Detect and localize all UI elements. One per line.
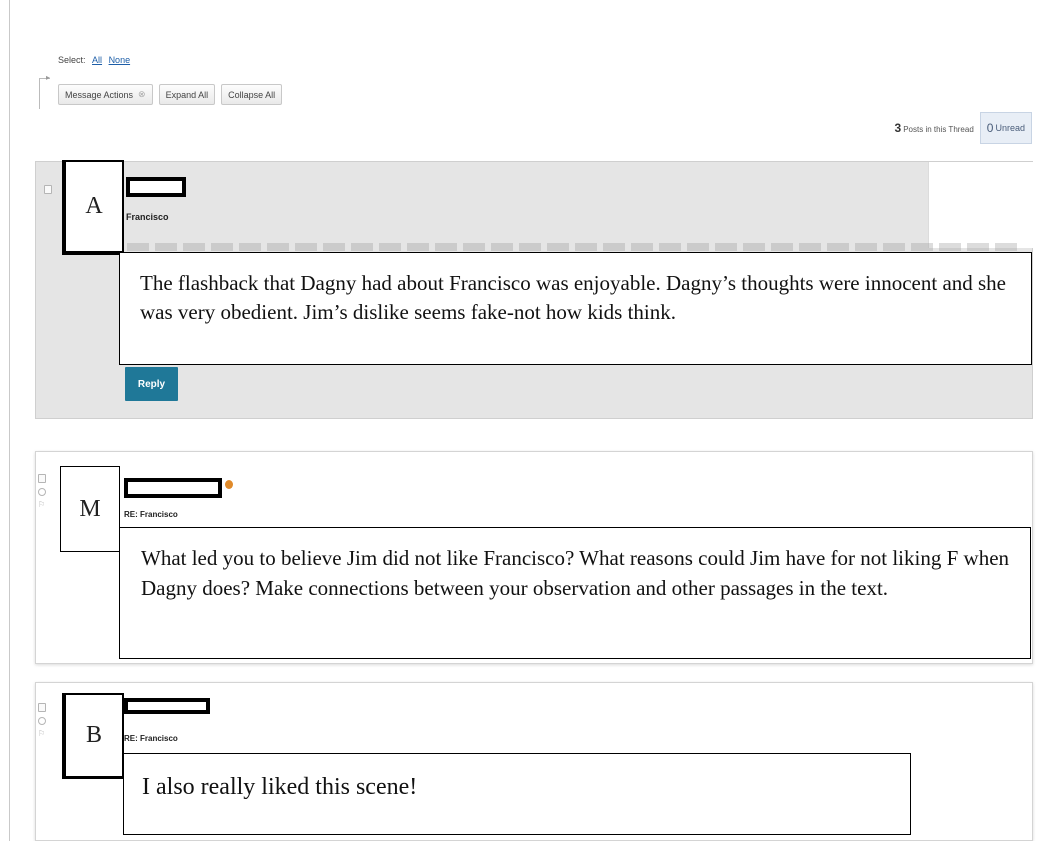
flag-icon[interactable]: ⚐ — [38, 500, 45, 509]
unread-label: Unread — [995, 123, 1025, 133]
select-all-link[interactable]: All — [92, 55, 102, 65]
expand-all-button[interactable]: Expand All — [158, 84, 216, 105]
redacted-author-name — [126, 177, 186, 197]
select-row: Select: All None — [58, 55, 130, 65]
annotation-marker: A — [62, 160, 124, 255]
post-side-panel — [928, 162, 1034, 248]
posts-label: Posts in this Thread — [903, 125, 974, 134]
obscured-post-text — [127, 243, 1022, 251]
read-status-icon[interactable] — [38, 488, 46, 496]
select-none-link[interactable]: None — [109, 55, 131, 65]
select-post-checkbox[interactable] — [38, 703, 46, 712]
message-actions-label: Message Actions — [65, 89, 134, 100]
close-icon: ⊗ — [138, 89, 146, 99]
redacted-author-name — [124, 478, 222, 498]
tree-connector — [39, 78, 50, 109]
posts-count-text: 3 Posts in this Thread — [895, 121, 974, 135]
select-post-checkbox[interactable] — [44, 185, 52, 194]
unread-count: 0 — [986, 121, 994, 135]
annotation-marker: B — [62, 693, 124, 779]
posts-count: 3 — [894, 121, 902, 135]
annotation-callout: What led you to believe Jim did not like… — [119, 527, 1031, 659]
left-divider — [9, 0, 10, 841]
thread-toolbar: Message Actions ⊗ Expand All Collapse Al… — [58, 84, 283, 105]
discussion-thread-page: Select: All None ▸ Message Actions ⊗ Exp… — [0, 0, 1037, 841]
post-title[interactable]: Francisco — [126, 212, 169, 222]
status-dot-icon — [225, 480, 233, 489]
flag-icon[interactable]: ⚐ — [38, 729, 45, 738]
arrow-right-icon: ▸ — [46, 73, 51, 82]
thread-info: 3 Posts in this Thread 0 Unread — [895, 112, 1032, 144]
reply-button[interactable]: Reply — [125, 367, 178, 401]
post-title[interactable]: RE: Francisco — [124, 510, 178, 519]
unread-filter-button[interactable]: 0 Unread — [979, 112, 1032, 144]
post-title[interactable]: RE: Francisco — [124, 734, 178, 743]
annotation-callout: The flashback that Dagny had about Franc… — [119, 252, 1032, 365]
annotation-callout: I also really liked this scene! — [123, 753, 911, 835]
select-label: Select: — [58, 55, 86, 65]
collapse-all-button[interactable]: Collapse All — [221, 84, 283, 105]
message-actions-button[interactable]: Message Actions ⊗ — [58, 84, 153, 105]
annotation-marker: M — [60, 466, 120, 552]
redacted-author-name — [124, 698, 210, 714]
select-post-checkbox[interactable] — [38, 474, 46, 483]
read-status-icon[interactable] — [38, 717, 46, 725]
